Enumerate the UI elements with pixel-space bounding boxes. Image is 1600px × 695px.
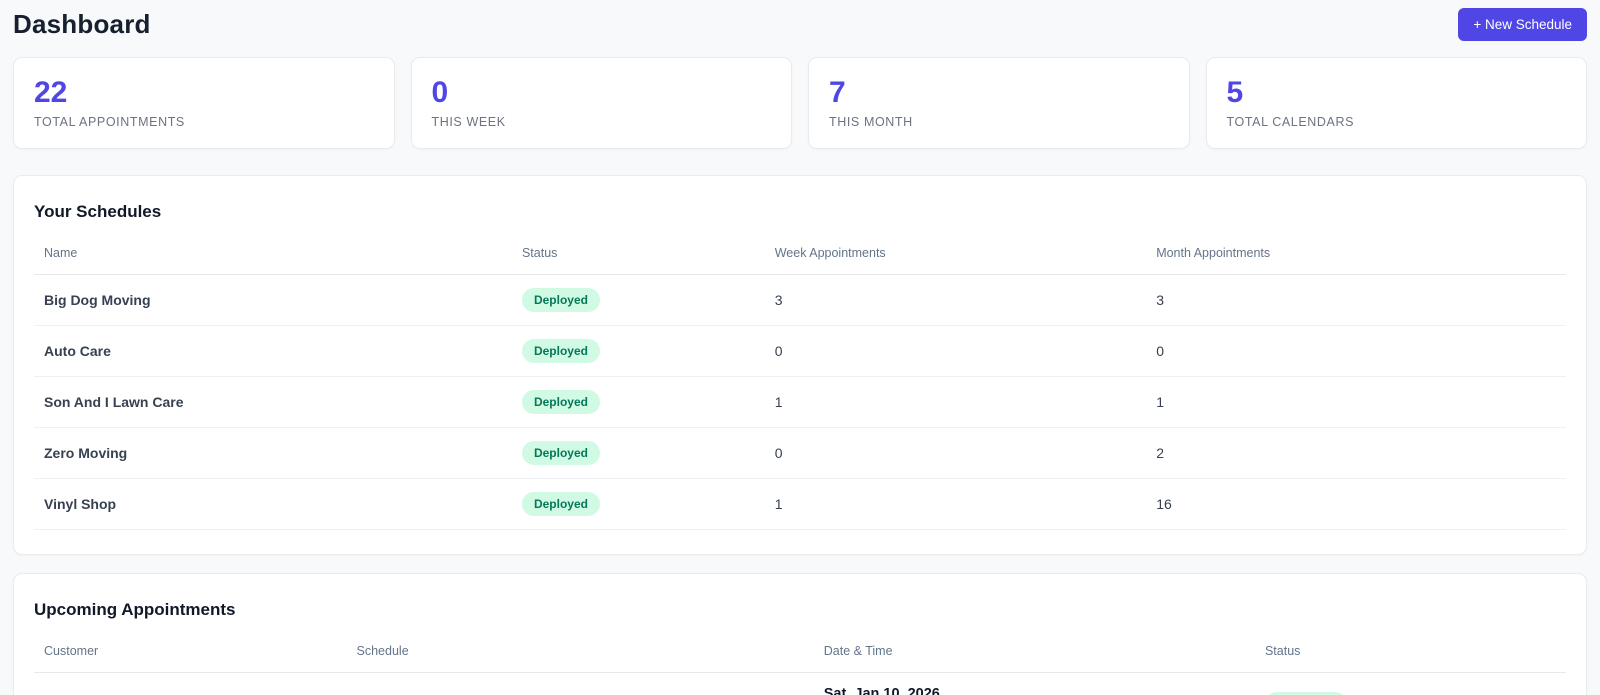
your-schedules-panel: Your Schedules Name Status Week Appointm…	[13, 175, 1587, 555]
column-header-date-time: Date & Time	[813, 634, 1255, 673]
schedule-name: Big Dog Moving	[34, 274, 512, 326]
stat-value: 0	[431, 76, 449, 109]
appointment-datetime: Sat, Jan 10, 2026 10:00 AM	[813, 672, 1255, 695]
table-row[interactable]: Vinyl Shop Deployed 1 16	[34, 478, 1566, 530]
table-row[interactable]: Big Dog Moving Deployed 3 3	[34, 274, 1566, 326]
week-appointments-value: 3	[764, 274, 1147, 326]
new-schedule-button[interactable]: + New Schedule	[1458, 8, 1587, 41]
week-appointments-value: 0	[764, 325, 1147, 377]
week-appointments-value: 1	[764, 478, 1147, 530]
month-appointments-value: 1	[1146, 376, 1566, 428]
stat-label: This Month	[829, 115, 913, 129]
appointments-table: Customer Schedule Date & Time Status Jos…	[34, 634, 1566, 695]
stat-card-this-week: 0 This Week	[410, 57, 792, 149]
table-row[interactable]: Son And I Lawn Care Deployed 1 1	[34, 376, 1566, 428]
status-badge: Deployed	[521, 492, 600, 516]
schedule-name: Son And I Lawn Care	[34, 376, 512, 428]
column-header-status: Status	[511, 236, 765, 275]
status-badge: Deployed	[521, 390, 600, 414]
status-badge: confirmed	[1264, 691, 1347, 695]
stat-label: This Week	[431, 115, 506, 129]
schedule-name: Auto Care	[34, 325, 512, 377]
appointments-panel-title: Upcoming Appointments	[34, 600, 236, 619]
top-bar: Dashboard + New Schedule	[13, 0, 1587, 51]
month-appointments-value: 3	[1146, 274, 1566, 326]
stat-label: Total Appointments	[34, 115, 185, 129]
schedules-table: Name Status Week Appointments Month Appo…	[34, 236, 1566, 530]
dashboard-page: Dashboard + New Schedule 22 Total Appoin…	[0, 0, 1600, 695]
stat-value: 5	[1226, 76, 1244, 109]
month-appointments-value: 2	[1146, 427, 1566, 479]
table-row[interactable]: Auto Care Deployed 0 0	[34, 325, 1566, 377]
stats-row: 22 Total Appointments 0 This Week 7 This…	[13, 57, 1587, 149]
stat-value: 7	[829, 76, 846, 109]
column-header-customer: Customer	[34, 634, 347, 673]
schedules-header-row: Name Status Week Appointments Month Appo…	[34, 236, 1566, 275]
schedule-name: Vinyl Shop	[34, 478, 512, 530]
customer-name: Josh Malone	[34, 672, 347, 695]
stat-card-total-appointments: 22 Total Appointments	[13, 57, 395, 149]
table-row[interactable]: Josh Malone Big Dog Moving Sat, Jan 10, …	[34, 672, 1566, 695]
stat-card-this-month: 7 This Month	[808, 57, 1190, 149]
stat-card-total-calendars: 5 Total Calendars	[1205, 57, 1587, 149]
column-header-month-appointments: Month Appointments	[1146, 236, 1566, 275]
column-header-status: Status	[1254, 634, 1566, 673]
week-appointments-value: 0	[764, 427, 1147, 479]
schedule-name: Zero Moving	[34, 427, 512, 479]
appointment-schedule: Big Dog Moving	[346, 672, 814, 695]
appointments-header-row: Customer Schedule Date & Time Status	[34, 634, 1566, 673]
column-header-name: Name	[34, 236, 512, 275]
month-appointments-value: 16	[1146, 478, 1566, 530]
week-appointments-value: 1	[764, 376, 1147, 428]
column-header-week-appointments: Week Appointments	[764, 236, 1147, 275]
status-badge: Deployed	[521, 339, 600, 363]
status-badge: Deployed	[521, 441, 600, 465]
appointment-date: Sat, Jan 10, 2026	[823, 686, 940, 695]
page-title: Dashboard	[13, 9, 151, 39]
status-badge: Deployed	[521, 288, 600, 312]
month-appointments-value: 0	[1146, 325, 1566, 377]
table-row[interactable]: Zero Moving Deployed 0 2	[34, 427, 1566, 479]
column-header-schedule: Schedule	[346, 634, 814, 673]
stat-label: Total Calendars	[1226, 115, 1355, 129]
schedules-panel-title: Your Schedules	[34, 202, 162, 221]
stat-value: 22	[34, 76, 68, 109]
upcoming-appointments-panel: Upcoming Appointments Customer Schedule …	[13, 573, 1587, 695]
